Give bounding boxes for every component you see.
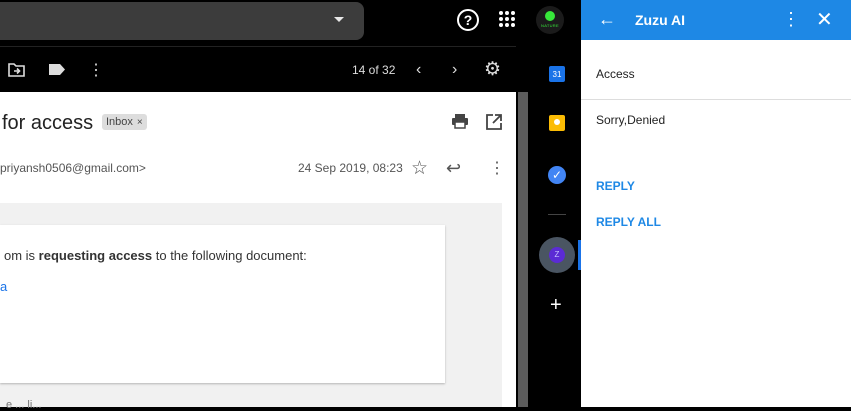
star-icon[interactable]: ☆ bbox=[411, 157, 428, 180]
newer-chevron-icon[interactable]: ‹ bbox=[416, 61, 421, 79]
email-footer-text: e ... li... bbox=[6, 399, 42, 411]
zuzu-more-icon[interactable]: ⋮ bbox=[782, 9, 800, 30]
add-addon-plus-icon[interactable]: + bbox=[550, 294, 562, 317]
reply-button[interactable]: REPLY bbox=[596, 179, 635, 193]
avatar-text: NATURE bbox=[541, 23, 559, 28]
email-body-text: om is requesting access to the following… bbox=[4, 248, 307, 263]
sender-address: priyansh0506@gmail.com> bbox=[0, 161, 146, 175]
email-subject: for access bbox=[2, 112, 94, 134]
account-avatar[interactable]: NATURE bbox=[536, 6, 564, 34]
body-text-suffix: to the following document: bbox=[152, 248, 307, 263]
mail-toolbar bbox=[0, 46, 516, 93]
inbox-label-text: Inbox bbox=[106, 116, 133, 128]
remove-label-icon[interactable]: × bbox=[137, 117, 143, 128]
calendar-icon[interactable]: 31 bbox=[549, 66, 565, 82]
message-more-icon[interactable]: ⋮ bbox=[489, 158, 505, 178]
open-in-new-window-icon[interactable] bbox=[485, 113, 503, 131]
apps-grid-icon[interactable] bbox=[499, 11, 515, 27]
avatar-logo-icon bbox=[545, 11, 555, 21]
help-icon[interactable]: ? bbox=[457, 9, 479, 31]
older-chevron-icon[interactable]: › bbox=[452, 61, 457, 79]
pager-count: 14 of 32 bbox=[352, 63, 396, 77]
zuzu-title: Zuzu AI bbox=[635, 12, 686, 28]
print-icon[interactable] bbox=[451, 112, 469, 130]
email-date: 24 Sep 2019, 08:23 bbox=[298, 161, 403, 175]
label-icon[interactable] bbox=[48, 63, 66, 76]
close-icon[interactable]: ✕ bbox=[816, 7, 833, 32]
keep-icon[interactable] bbox=[549, 115, 565, 131]
settings-gear-icon[interactable]: ⚙ bbox=[484, 58, 501, 81]
zuzu-addon-icon: Z bbox=[549, 247, 565, 263]
zuzu-addon-button[interactable]: Z bbox=[539, 237, 575, 273]
reply-icon[interactable]: ↩ bbox=[446, 158, 461, 179]
more-actions-icon[interactable]: ⋮ bbox=[88, 60, 104, 80]
search-box[interactable] bbox=[0, 2, 364, 40]
zuzu-header bbox=[581, 0, 851, 40]
body-text-bold: requesting access bbox=[38, 248, 153, 263]
side-panel-divider bbox=[548, 214, 566, 215]
search-options-caret-icon[interactable] bbox=[334, 17, 344, 22]
back-arrow-icon[interactable]: ← bbox=[598, 9, 616, 30]
inbox-label-badge[interactable]: Inbox × bbox=[102, 114, 147, 130]
move-to-icon[interactable] bbox=[8, 62, 25, 77]
tasks-icon[interactable]: ✓ bbox=[548, 166, 566, 184]
addon-side-panel bbox=[530, 46, 581, 407]
document-link[interactable]: a bbox=[0, 279, 7, 294]
body-text-prefix: om is bbox=[4, 248, 39, 263]
scrollbar-thumb[interactable] bbox=[518, 92, 528, 407]
access-text: Access bbox=[596, 67, 635, 81]
reply-all-button[interactable]: REPLY ALL bbox=[596, 215, 661, 229]
suggested-reply-text: Sorry,Denied bbox=[596, 113, 666, 127]
